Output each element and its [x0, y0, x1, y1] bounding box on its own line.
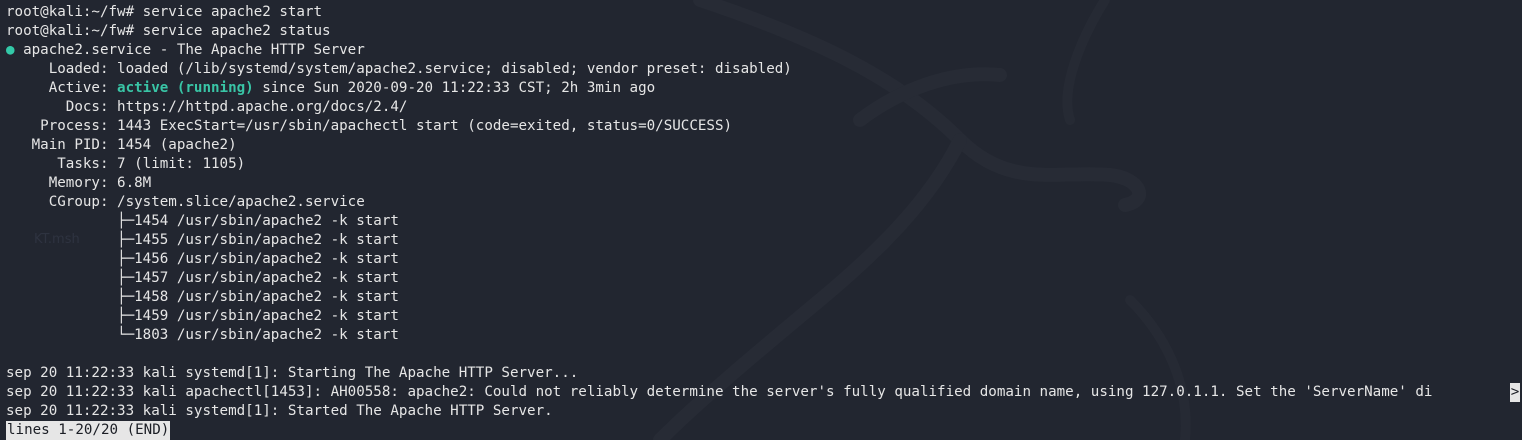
- status-dot-icon: ●: [6, 42, 15, 58]
- active-state: active (running): [117, 80, 254, 96]
- log-line: sep 20 11:22:33 kali systemd[1]: Started…: [6, 403, 553, 419]
- terminal-window[interactable]: KT.msh root@kali:~/fw# service apache2 s…: [0, 0, 1522, 440]
- cgroup-process: ├─1456 /usr/sbin/apache2 -k start: [6, 251, 399, 267]
- command-line-start: root@kali:~/fw# service apache2 start: [6, 4, 323, 20]
- cgroup-process: ├─1458 /usr/sbin/apache2 -k start: [6, 289, 399, 305]
- terminal-output: root@kali:~/fw# service apache2 start ro…: [6, 3, 1432, 421]
- cgroup-line: CGroup: /system.slice/apache2.service: [6, 194, 365, 210]
- active-suffix: since Sun 2020-09-20 11:22:33 CST; 2h 3m…: [253, 80, 656, 96]
- memory-line: Memory: 6.8M: [6, 175, 152, 191]
- process-line: Process: 1443 ExecStart=/usr/sbin/apache…: [6, 118, 733, 134]
- cgroup-process: ├─1455 /usr/sbin/apache2 -k start: [6, 232, 399, 248]
- command-line-status: root@kali:~/fw# service apache2 status: [6, 23, 331, 39]
- log-line: sep 20 11:22:33 kali systemd[1]: Startin…: [6, 365, 579, 381]
- line-truncation-marker: >: [1510, 383, 1520, 402]
- log-line: sep 20 11:22:33 kali apachectl[1453]: AH…: [6, 384, 1433, 400]
- active-line: Active: active (running) since Sun 2020-…: [6, 79, 1432, 98]
- cgroup-process: ├─1454 /usr/sbin/apache2 -k start: [6, 213, 399, 229]
- active-prefix: Active:: [6, 80, 118, 96]
- docs-line: Docs: https://httpd.apache.org/docs/2.4/: [6, 99, 408, 115]
- cgroup-process: └─1803 /usr/sbin/apache2 -k start: [6, 327, 399, 343]
- pager-status: lines 1-20/20 (END): [6, 421, 171, 440]
- cgroup-process: ├─1457 /usr/sbin/apache2 -k start: [6, 270, 399, 286]
- loaded-line: Loaded: loaded (/lib/systemd/system/apac…: [6, 61, 792, 77]
- service-title: apache2.service - The Apache HTTP Server: [14, 42, 365, 58]
- cgroup-process: ├─1459 /usr/sbin/apache2 -k start: [6, 308, 399, 324]
- service-title-line: ● apache2.service - The Apache HTTP Serv…: [6, 41, 1432, 60]
- main-pid-line: Main PID: 1454 (apache2): [6, 137, 237, 153]
- tasks-line: Tasks: 7 (limit: 1105): [6, 156, 246, 172]
